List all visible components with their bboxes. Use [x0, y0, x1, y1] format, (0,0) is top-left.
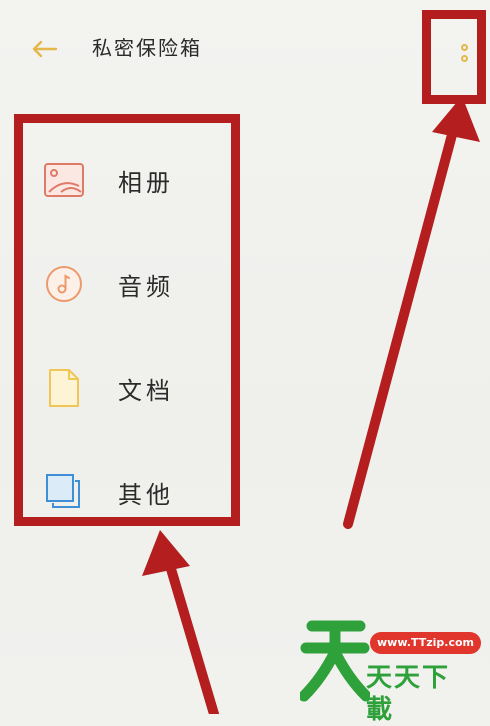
- photo-album-icon: [42, 158, 86, 202]
- watermark-logo-glyph: [300, 620, 370, 702]
- category-item-audio[interactable]: 音频: [28, 232, 228, 336]
- private-vault-screen: 私密保险箱 相册 音频 文档 其他 www.TTzip.com 天天下載: [0, 0, 490, 725]
- category-label: 其他: [118, 480, 174, 509]
- stacked-squares-icon: [42, 470, 86, 514]
- site-watermark: www.TTzip.com 天天下載: [300, 612, 481, 725]
- arrow-left-icon: [32, 40, 58, 58]
- watermark-name: 天天下載: [366, 663, 451, 725]
- category-label: 相册: [118, 168, 174, 197]
- category-item-other[interactable]: 其他: [28, 440, 228, 544]
- category-label: 文档: [118, 376, 174, 405]
- back-button[interactable]: [24, 30, 64, 68]
- more-vertical-icon: [460, 44, 468, 51]
- category-label: 音频: [118, 272, 174, 301]
- music-note-icon: [42, 262, 86, 306]
- category-item-album[interactable]: 相册: [28, 128, 228, 232]
- more-vertical-icon-dot: [460, 55, 468, 62]
- watermark-url: www.TTzip.com: [370, 632, 481, 654]
- category-item-document[interactable]: 文档: [28, 336, 228, 440]
- category-list: 相册 音频 文档 其他: [28, 128, 228, 544]
- page-title: 私密保险箱: [92, 36, 202, 60]
- document-icon: [42, 366, 86, 410]
- more-menu-button[interactable]: [452, 36, 476, 70]
